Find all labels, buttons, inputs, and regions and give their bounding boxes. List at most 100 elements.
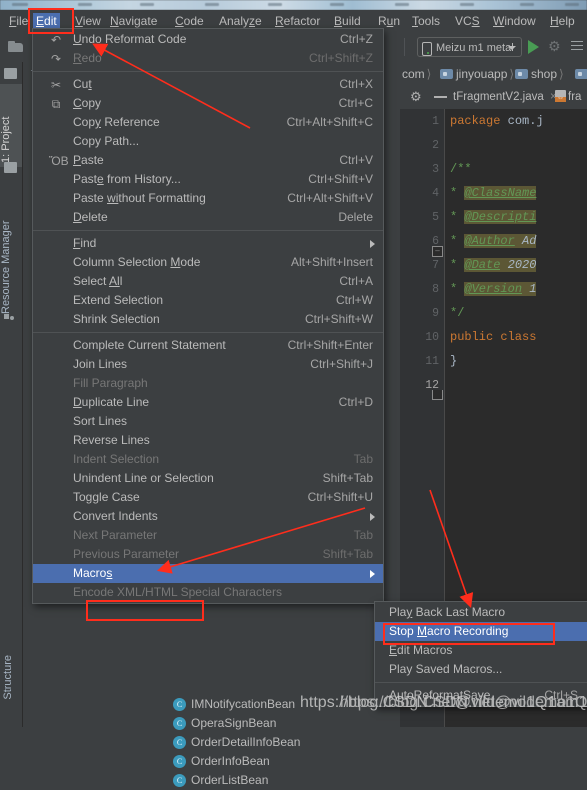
more-options-button[interactable] xyxy=(571,41,583,52)
menu-item-label: Redo xyxy=(73,51,102,65)
menu-item-shortcut: Shift+Tab xyxy=(322,547,373,561)
tree-item-label: OrderInfoBean xyxy=(191,754,270,768)
code-line: } xyxy=(450,354,458,368)
edit-menu-item-delete[interactable]: Delete Delete xyxy=(33,208,383,227)
edit-menu-item-extend-selection[interactable]: Extend Selection Ctrl+W xyxy=(33,291,383,310)
menubar-item-vcs[interactable]: VCS xyxy=(452,13,483,29)
debug-button[interactable]: ⚙ xyxy=(548,39,563,54)
chevron-down-icon xyxy=(508,46,516,50)
code-line: * @Version 1 xyxy=(450,282,537,296)
edit-menu-item-copy[interactable]: ⧉ Copy Ctrl+C xyxy=(33,94,383,113)
menubar-item-code[interactable]: Code xyxy=(172,13,207,29)
sidebar-item-label: 1: Project xyxy=(0,116,12,163)
breadcrumb-separator: ⟩ xyxy=(426,67,432,81)
edit-menu-item-macros[interactable]: Macros xyxy=(33,564,383,583)
edit-menu-item-find[interactable]: Find xyxy=(33,234,383,253)
edit-menu-item-paste-without-formatting[interactable]: Paste without Formatting Ctrl+Alt+Shift+V xyxy=(33,189,383,208)
editor-tab-label: fra xyxy=(568,91,582,103)
edit-menu-item-shrink-selection[interactable]: Shrink Selection Ctrl+Shift+W xyxy=(33,310,383,329)
line-number: 11 xyxy=(425,355,439,368)
macros-submenu[interactable]: Play Back Last Macro Stop Macro Recording… xyxy=(374,601,587,707)
run-button[interactable] xyxy=(528,40,539,54)
folder-icon xyxy=(440,69,453,79)
tree-item[interactable]: C OrderListBean xyxy=(173,771,268,790)
breadcrumb-item[interactable]: jinyouapp ⟩ xyxy=(440,66,516,82)
breadcrumb-label: shop xyxy=(531,67,558,81)
sidebar-item-label: Resource Manager xyxy=(0,220,12,314)
sidebar-item-project[interactable]: 1: Project xyxy=(0,84,22,167)
annotation-box-macros xyxy=(86,600,204,621)
edit-menu-item-duplicate-line[interactable]: Duplicate Line Ctrl+D xyxy=(33,393,383,412)
edit-menu-item-toggle-case[interactable]: Toggle Case Ctrl+Shift+U xyxy=(33,488,383,507)
edit-menu-item-unindent-line-or-selection[interactable]: Unindent Line or Selection Shift+Tab xyxy=(33,469,383,488)
edit-menu-item-join-lines[interactable]: Join Lines Ctrl+Shift+J xyxy=(33,355,383,374)
collapse-icon[interactable] xyxy=(434,96,447,98)
breadcrumb-item[interactable]: com ⟩ xyxy=(402,66,433,82)
menubar-item-analyze[interactable]: Analyze xyxy=(216,13,265,29)
edit-menu-item-undo-reformat-code[interactable]: ↶ Undo Reformat Code Ctrl+Z xyxy=(33,30,383,49)
menu-item-shortcut: Ctrl+Shift+Enter xyxy=(287,338,373,352)
menubar-item-window[interactable]: Window xyxy=(490,13,539,29)
menu-item-shortcut: Delete xyxy=(338,210,373,224)
editor-tab-strip: ⚙ tFragmentV2.java × fra xyxy=(400,85,587,109)
menu-item-shortcut: Tab xyxy=(353,452,373,466)
tree-item[interactable]: C IMNotifycationBean xyxy=(173,695,295,714)
breadcrumb[interactable]: com ⟩ jinyouapp ⟩ shop ⟩ xyxy=(400,62,587,85)
edit-menu-item-copy-reference[interactable]: Copy Reference Ctrl+Alt+Shift+C xyxy=(33,113,383,132)
menu-item-shortcut: Ctrl+A xyxy=(339,274,373,288)
edit-menu-item-paste[interactable]: ὌB Paste Ctrl+V xyxy=(33,151,383,170)
menu-item-shortcut: Ctrl+Shift+W xyxy=(304,312,373,326)
menu-item-label: Play Saved Macros... xyxy=(389,662,503,676)
tree-item[interactable]: C OrderInfoBean xyxy=(173,752,270,771)
tree-item[interactable]: C OperaSignBean xyxy=(173,714,276,733)
edit-menu-item-reverse-lines[interactable]: Reverse Lines xyxy=(33,431,383,450)
edit-menu-item-copy-path[interactable]: Copy Path... xyxy=(33,132,383,151)
clipboard-icon: ὌB xyxy=(49,154,69,168)
edit-dropdown-menu[interactable]: ↶ Undo Reformat Code Ctrl+Z ↷ Redo Ctrl+Shift… xyxy=(32,28,384,604)
edit-menu-item-complete-current-statement[interactable]: Complete Current Statement Ctrl+Shift+Ent… xyxy=(33,336,383,355)
menubar-item-view[interactable]: View xyxy=(72,13,104,29)
editor-tab-inactive[interactable]: fra xyxy=(555,89,581,106)
edit-menu-item-column-selection-mode[interactable]: Column Selection Mode Alt+Shift+Insert xyxy=(33,253,383,272)
menu-item-label: Paste xyxy=(73,153,104,167)
tree-item[interactable]: C OrderDetailInfoBean xyxy=(173,733,300,752)
menu-separator xyxy=(33,71,383,72)
edit-menu-item-convert-indents[interactable]: Convert Indents xyxy=(33,507,383,526)
editor-tab-active[interactable]: tFragmentV2.java × xyxy=(453,89,557,106)
class-icon: C xyxy=(173,736,186,749)
menubar-item-refactor[interactable]: Refactor xyxy=(272,13,323,29)
folder-icon xyxy=(515,69,528,79)
menubar-item-navigate[interactable]: Navigate xyxy=(107,13,160,29)
copy-icon: ⧉ xyxy=(51,97,61,111)
menubar-item-run[interactable]: Run xyxy=(375,13,403,29)
menu-item-label: Join Lines xyxy=(73,357,128,371)
edit-menu-item-select-all[interactable]: Select All Ctrl+A xyxy=(33,272,383,291)
line-number: 3 xyxy=(432,163,439,176)
editor-tab-label: tFragmentV2.java xyxy=(453,91,544,103)
breadcrumb-item-overflow[interactable] xyxy=(575,66,587,82)
menu-item-label: Copy Path... xyxy=(73,134,140,148)
menubar-item-build[interactable]: Build xyxy=(331,13,364,29)
menu-item-shortcut: Tab xyxy=(353,528,373,542)
macros-menu-item-play-back-last-macro[interactable]: Play Back Last Macro xyxy=(375,603,587,622)
menu-item-shortcut: Ctrl+D xyxy=(338,395,373,409)
device-selector[interactable]: Meizu m1 metal xyxy=(417,37,522,57)
menubar-item-tools[interactable]: Tools xyxy=(409,13,443,29)
edit-menu-item-paste-from-history[interactable]: Paste from History... Ctrl+Shift+V xyxy=(33,170,383,189)
edit-menu-item-cut[interactable]: ✂ Cut Ctrl+X xyxy=(33,75,383,94)
menu-item-label: Copy xyxy=(73,96,102,110)
breadcrumb-item[interactable]: shop ⟩ xyxy=(515,66,566,82)
menu-item-label: Play Back Last Macro xyxy=(389,605,506,619)
open-folder-icon[interactable] xyxy=(8,41,24,53)
fold-end-icon[interactable] xyxy=(432,390,443,400)
gear-icon[interactable]: ⚙ xyxy=(410,90,423,103)
menu-item-label: Complete Current Statement xyxy=(73,338,226,352)
sidebar-item-structure[interactable]: Structure xyxy=(2,655,14,700)
edit-menu-item-sort-lines[interactable]: Sort Lines xyxy=(33,412,383,431)
fold-collapse-icon[interactable]: – xyxy=(432,246,443,257)
sidebar-item-resource-manager[interactable]: Resource Manager xyxy=(0,180,22,318)
chevron-right-icon xyxy=(370,240,375,248)
macros-menu-item-play-saved-macros[interactable]: Play Saved Macros... xyxy=(375,660,587,679)
menubar-item-help[interactable]: Help xyxy=(547,13,578,29)
menu-item-label: Shrink Selection xyxy=(73,312,160,326)
